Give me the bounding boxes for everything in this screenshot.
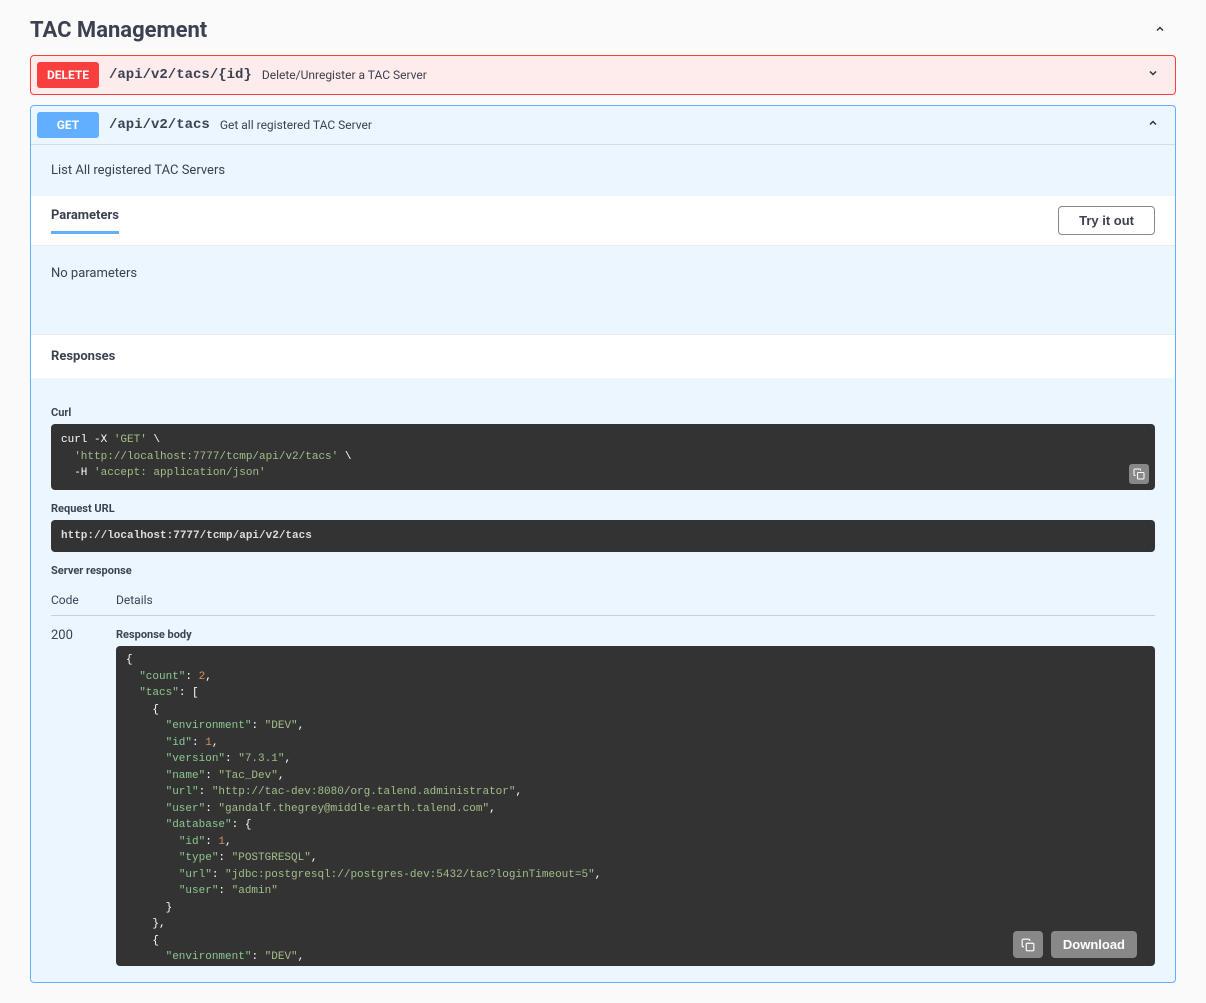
server-response-label: Server response [51, 564, 1155, 577]
copy-curl-icon[interactable] [1129, 464, 1149, 484]
section-title: TAC Management [30, 18, 207, 43]
response-body-label: Response body [116, 628, 1155, 641]
code-column-header: Code [51, 593, 116, 607]
details-column-header: Details [116, 593, 153, 607]
delete-operation-summary[interactable]: DELETE /api/v2/tacs/{id} Delete/Unregist… [31, 56, 1175, 94]
get-operation-summary[interactable]: GET /api/v2/tacs Get all registered TAC … [31, 106, 1175, 144]
response-table-header: Code Details [51, 593, 1155, 616]
try-it-out-button[interactable]: Try it out [1058, 206, 1155, 235]
parameters-header: Parameters Try it out [31, 196, 1175, 246]
curl-block: curl -X 'GET' \ 'http://localhost:7777/t… [51, 424, 1155, 490]
parameters-tab[interactable]: Parameters [51, 208, 119, 234]
request-url-label: Request URL [51, 502, 1155, 515]
responses-content: Curl curl -X 'GET' \ 'http://localhost:7… [31, 378, 1175, 982]
method-badge-delete: DELETE [37, 62, 99, 88]
response-details: Response body { "count": 2, "tacs": [ { … [116, 628, 1155, 966]
no-parameters-text: No parameters [31, 246, 1175, 334]
get-path: /api/v2/tacs [99, 117, 220, 133]
get-operation-body: List All registered TAC Servers Paramete… [31, 144, 1175, 982]
delete-path: /api/v2/tacs/{id} [99, 67, 262, 83]
download-button[interactable]: Download [1051, 931, 1137, 958]
curl-label: Curl [51, 406, 1155, 419]
section-header[interactable]: TAC Management [30, 10, 1176, 55]
delete-summary: Delete/Unregister a TAC Server [262, 68, 1137, 82]
response-body-json: { "count": 2, "tacs": [ { "environment":… [116, 646, 1155, 966]
chevron-up-icon [1137, 117, 1169, 133]
status-code: 200 [51, 628, 116, 966]
chevron-down-icon [1137, 67, 1169, 83]
get-operation-block: GET /api/v2/tacs Get all registered TAC … [30, 105, 1176, 983]
method-badge-get: GET [37, 112, 99, 138]
delete-operation-block: DELETE /api/v2/tacs/{id} Delete/Unregist… [30, 55, 1176, 95]
responses-header: Responses [31, 334, 1175, 378]
operation-description: List All registered TAC Servers [31, 145, 1175, 196]
get-summary: Get all registered TAC Server [220, 118, 1137, 132]
response-row: 200 Response body { "count": 2, "tacs": … [51, 628, 1155, 966]
copy-response-icon[interactable] [1013, 931, 1043, 958]
response-actions: Download [1013, 931, 1137, 958]
request-url-block: http://localhost:7777/tcmp/api/v2/tacs [51, 520, 1155, 553]
section-collapse-icon[interactable] [1144, 23, 1176, 39]
